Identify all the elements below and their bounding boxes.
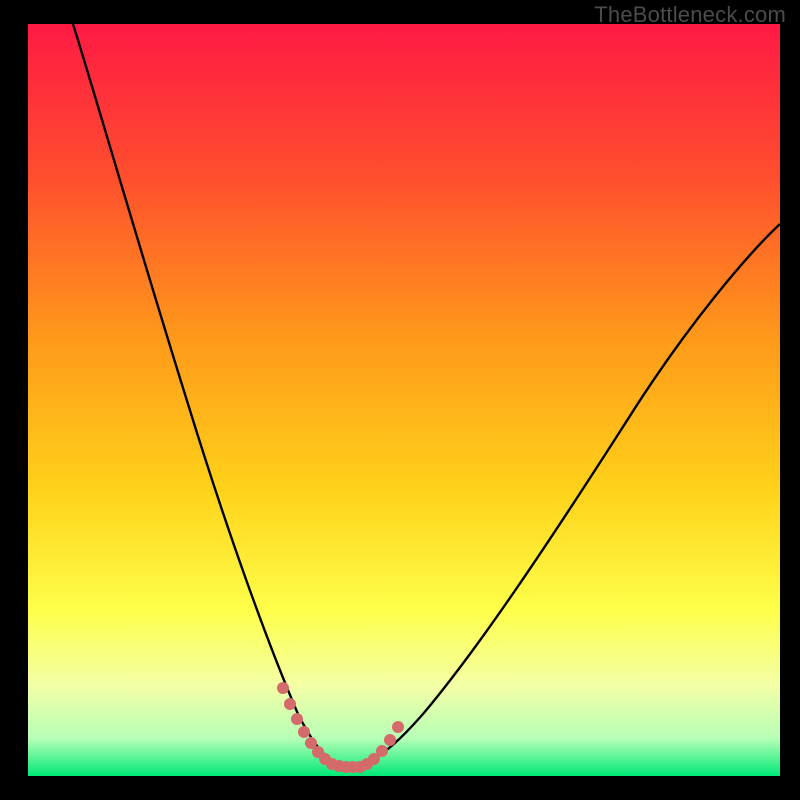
chart-frame: TheBottleneck.com (0, 0, 800, 800)
gradient-background (28, 24, 780, 776)
chart-svg (28, 24, 780, 776)
plot-area (28, 24, 780, 776)
